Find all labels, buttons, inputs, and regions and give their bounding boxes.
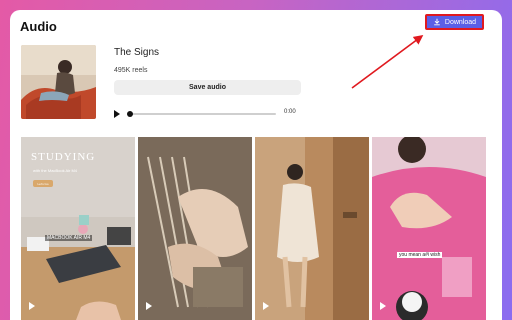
download-label: Download	[444, 18, 477, 26]
reel-play-icon	[263, 302, 269, 310]
download-button[interactable]: Download	[425, 14, 484, 30]
progress-track[interactable]	[128, 113, 276, 115]
reel-tile[interactable]: STUDYING with the MacBook Air M4 Let's G…	[21, 137, 135, 320]
reels-grid: STUDYING with the MacBook Air M4 Let's G…	[21, 137, 502, 320]
audio-cover-image[interactable]	[21, 45, 96, 119]
reels-count: 495K reels	[114, 67, 148, 74]
save-audio-button[interactable]: Save audio	[114, 80, 301, 95]
download-icon	[434, 18, 440, 26]
tile-subheading: with the MacBook Air M4	[33, 168, 78, 173]
playback-time: 0:00	[284, 109, 296, 115]
page-title: Audio	[20, 19, 57, 34]
reel-tile[interactable]	[138, 137, 252, 320]
play-icon[interactable]	[114, 110, 120, 118]
audio-panel: Audio Download The Signs 495K reels Save…	[10, 10, 502, 320]
tile-chip: Let's Go	[33, 180, 53, 187]
track-title: The Signs	[114, 47, 160, 58]
reel-play-icon	[146, 302, 152, 310]
reel-play-icon	[380, 302, 386, 310]
tile-overlay-label: MACBOOK AIR M4	[45, 235, 93, 241]
reel-tile[interactable]	[255, 137, 369, 320]
reel-play-icon	[29, 302, 35, 310]
progress-knob[interactable]	[127, 111, 133, 117]
audio-player: 0:00	[114, 108, 304, 120]
tile-heading: STUDYING	[31, 151, 96, 163]
reel-tile[interactable]: you mean a#i wish	[372, 137, 486, 320]
tile-caption: you mean a#i wish	[397, 252, 443, 258]
